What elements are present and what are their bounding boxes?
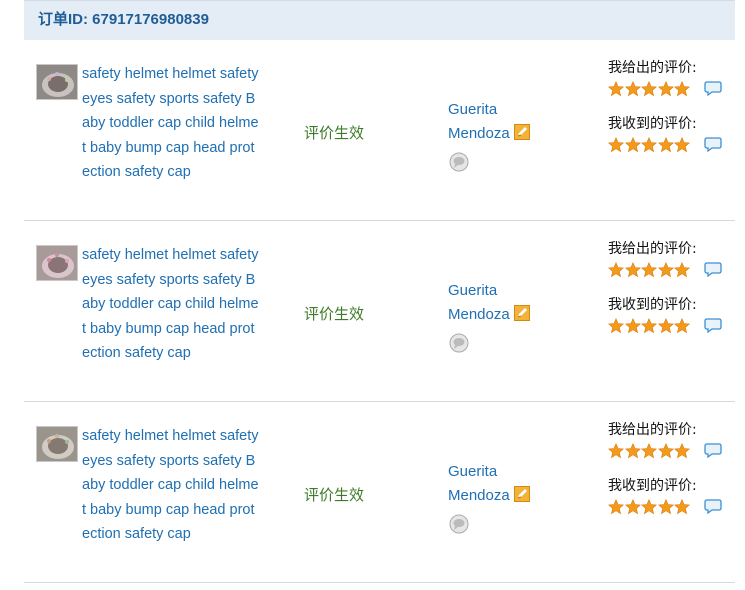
received-star-rating xyxy=(608,318,691,334)
star-icon xyxy=(608,443,624,459)
star-icon xyxy=(657,499,674,515)
seller-name-first[interactable]: Guerita xyxy=(448,279,558,303)
received-feedback-label: 我收到的评价: xyxy=(608,116,697,132)
product-title-link[interactable]: safety helmet helmet safety eyes safety … xyxy=(82,62,262,189)
seller-name-first[interactable]: Guerita xyxy=(448,98,558,122)
seller-info: Guerita Mendoza xyxy=(448,279,558,327)
product-thumbnail[interactable] xyxy=(36,64,78,100)
comment-bubble-icon[interactable] xyxy=(703,499,722,515)
star-icon xyxy=(657,137,674,153)
star-icon xyxy=(624,137,641,153)
order-header: 订单ID: 67917176980839 xyxy=(24,0,735,40)
seller-name-last[interactable]: Mendoza xyxy=(448,487,510,504)
comment-bubble-icon[interactable] xyxy=(703,137,722,153)
seller-name-first[interactable]: Guerita xyxy=(448,460,558,484)
star-icon xyxy=(657,262,674,278)
star-icon xyxy=(674,262,690,278)
given-feedback-label: 我给出的评价: xyxy=(608,241,697,257)
product-title-link[interactable]: safety helmet helmet safety eyes safety … xyxy=(82,424,262,551)
star-icon xyxy=(641,443,657,459)
star-icon xyxy=(674,81,690,97)
feedback-status: 评价生效 xyxy=(304,486,365,504)
product-thumbnail[interactable] xyxy=(36,245,78,281)
received-star-rating xyxy=(608,137,691,153)
star-icon xyxy=(657,318,674,334)
contact-chat-icon[interactable] xyxy=(448,152,470,172)
edit-icon[interactable] xyxy=(513,124,530,140)
edit-icon[interactable] xyxy=(513,305,530,321)
product-thumbnail[interactable] xyxy=(36,426,78,462)
evaluation-block: 我给出的评价: 我收到的评价: xyxy=(608,420,728,518)
star-icon xyxy=(608,262,624,278)
star-icon xyxy=(608,81,624,97)
given-feedback-label: 我给出的评价: xyxy=(608,422,697,438)
seller-name-last[interactable]: Mendoza xyxy=(448,125,510,142)
star-icon xyxy=(608,499,624,515)
comment-bubble-icon[interactable] xyxy=(703,81,722,97)
comment-bubble-icon[interactable] xyxy=(703,443,722,459)
star-icon xyxy=(641,81,657,97)
star-icon xyxy=(674,318,690,334)
star-icon xyxy=(624,443,641,459)
star-icon xyxy=(641,318,657,334)
star-icon xyxy=(641,499,657,515)
star-icon xyxy=(641,262,657,278)
seller-name-last[interactable]: Mendoza xyxy=(448,306,510,323)
star-icon xyxy=(674,499,690,515)
star-icon xyxy=(624,81,641,97)
star-icon xyxy=(657,443,674,459)
given-star-rating xyxy=(608,81,691,97)
star-icon xyxy=(608,318,624,334)
evaluation-block: 我给出的评价: 我收到的评价: xyxy=(608,239,728,337)
received-star-rating xyxy=(608,499,691,515)
feedback-status: 评价生效 xyxy=(304,305,365,323)
star-icon xyxy=(624,318,641,334)
product-title-link[interactable]: safety helmet helmet safety eyes safety … xyxy=(82,243,262,370)
star-icon xyxy=(608,137,624,153)
order-item-row: safety helmet helmet safety eyes safety … xyxy=(24,221,735,402)
seller-info: Guerita Mendoza xyxy=(448,460,558,508)
star-icon xyxy=(624,262,641,278)
star-icon xyxy=(674,443,690,459)
received-feedback-label: 我收到的评价: xyxy=(608,478,697,494)
contact-chat-icon[interactable] xyxy=(448,514,470,534)
given-feedback-label: 我给出的评价: xyxy=(608,60,697,76)
evaluation-block: 我给出的评价: 我收到的评价: xyxy=(608,58,728,156)
seller-info: Guerita Mendoza xyxy=(448,98,558,146)
star-icon xyxy=(624,499,641,515)
given-star-rating xyxy=(608,262,691,278)
order-id: 订单ID: 67917176980839 xyxy=(38,11,209,28)
given-star-rating xyxy=(608,443,691,459)
contact-chat-icon[interactable] xyxy=(448,333,470,353)
edit-icon[interactable] xyxy=(513,486,530,502)
star-icon xyxy=(641,137,657,153)
feedback-list: 订单ID: 67917176980839 safety helmet helme… xyxy=(24,0,735,583)
comment-bubble-icon[interactable] xyxy=(703,318,722,334)
received-feedback-label: 我收到的评价: xyxy=(608,297,697,313)
feedback-status: 评价生效 xyxy=(304,124,365,142)
star-icon xyxy=(674,137,690,153)
comment-bubble-icon[interactable] xyxy=(703,262,722,278)
order-item-row: safety helmet helmet safety eyes safety … xyxy=(24,402,735,583)
star-icon xyxy=(657,81,674,97)
order-item-row: safety helmet helmet safety eyes safety … xyxy=(24,40,735,221)
